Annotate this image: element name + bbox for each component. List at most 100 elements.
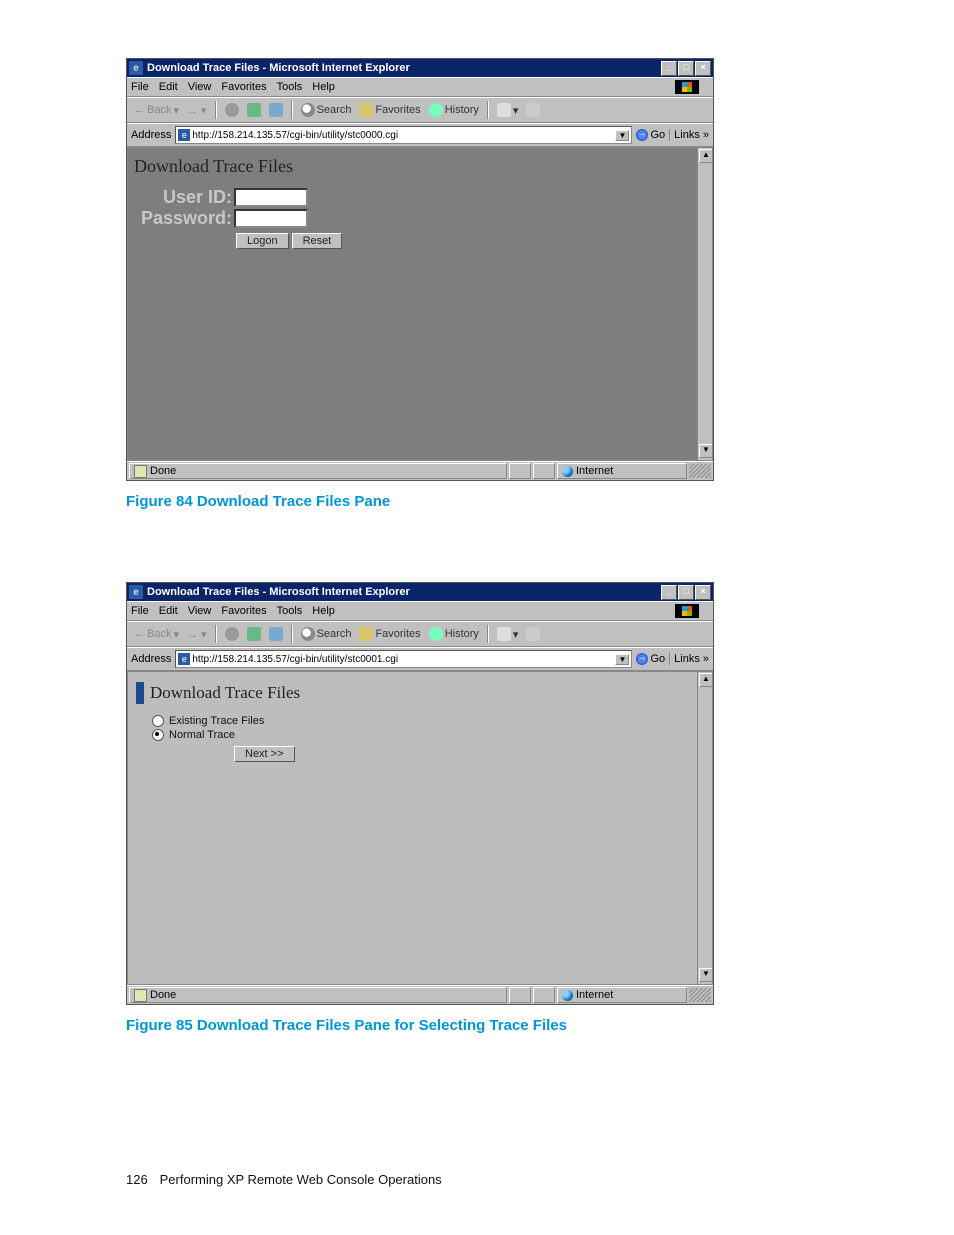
ie-window-fig84: e Download Trace Files - Microsoft Inter… xyxy=(126,58,714,481)
close-button[interactable]: × xyxy=(695,61,711,76)
radio-normal-label: Normal Trace xyxy=(169,729,235,741)
toolbar-separator xyxy=(487,101,489,119)
go-icon xyxy=(636,129,648,141)
password-label: Password: xyxy=(128,208,232,229)
ie-app-icon: e xyxy=(129,61,143,75)
user-id-input[interactable] xyxy=(234,188,308,207)
figure-84-caption: Figure 84 Download Trace Files Pane xyxy=(126,493,828,510)
url-text: http://158.214.135.57/cgi-bin/utility/st… xyxy=(192,130,398,141)
scroll-up-icon[interactable]: ▲ xyxy=(699,673,713,687)
forward-button[interactable]: → ▾ xyxy=(184,103,210,118)
status-text: Done xyxy=(150,465,176,477)
address-label: Address xyxy=(131,653,171,665)
home-button[interactable] xyxy=(266,626,286,642)
url-dropdown-icon[interactable]: ▼ xyxy=(615,654,629,665)
status-segment xyxy=(509,463,531,479)
reset-button[interactable]: Reset xyxy=(292,233,343,249)
refresh-button[interactable] xyxy=(244,626,264,642)
scroll-down-icon[interactable]: ▼ xyxy=(699,968,713,982)
page-footer: 126 Performing XP Remote Web Console Ope… xyxy=(126,1172,442,1187)
maximize-button[interactable]: □ xyxy=(678,585,694,600)
history-button[interactable]: History xyxy=(426,102,482,118)
print-button[interactable] xyxy=(523,102,543,118)
favorites-button[interactable]: Favorites xyxy=(356,102,423,118)
radio-existing-label: Existing Trace Files xyxy=(169,715,264,727)
menu-file[interactable]: File xyxy=(131,605,149,617)
links-button[interactable]: Links » xyxy=(669,653,709,665)
print-button[interactable] xyxy=(523,626,543,642)
address-label: Address xyxy=(131,129,171,141)
next-button[interactable]: Next >> xyxy=(234,746,295,762)
mail-button[interactable]: ▾ xyxy=(494,626,522,642)
back-button[interactable]: ← Back ▾ xyxy=(131,627,182,642)
menu-help[interactable]: Help xyxy=(312,605,335,617)
titlebar[interactable]: e Download Trace Files - Microsoft Inter… xyxy=(127,583,713,601)
forward-button[interactable]: → ▾ xyxy=(184,627,210,642)
ie-app-icon: e xyxy=(129,585,143,599)
page-heading: Download Trace Files xyxy=(150,683,300,703)
menu-file[interactable]: File xyxy=(131,81,149,93)
menu-edit[interactable]: Edit xyxy=(159,605,178,617)
refresh-button[interactable] xyxy=(244,102,264,118)
go-button[interactable]: Go xyxy=(636,653,665,665)
status-text: Done xyxy=(150,989,176,1001)
resize-grip-icon[interactable] xyxy=(689,464,711,478)
menu-tools[interactable]: Tools xyxy=(277,81,303,93)
minimize-button[interactable]: _ xyxy=(661,61,677,76)
password-input[interactable] xyxy=(234,209,308,228)
internet-zone-icon xyxy=(562,466,573,477)
menu-help[interactable]: Help xyxy=(312,81,335,93)
toolbar-separator xyxy=(487,625,489,643)
search-button[interactable]: Search xyxy=(298,102,355,118)
radio-normal-trace[interactable] xyxy=(152,729,164,741)
go-icon xyxy=(636,653,648,665)
radio-existing-trace[interactable] xyxy=(152,715,164,727)
ms-logo-icon xyxy=(675,80,699,94)
menu-favorites[interactable]: Favorites xyxy=(221,605,266,617)
url-text: http://158.214.135.57/cgi-bin/utility/st… xyxy=(192,654,398,665)
vertical-scrollbar[interactable]: ▲ ▼ xyxy=(697,148,712,460)
content-area-fig84: Download Trace Files User ID: Password: … xyxy=(127,147,713,461)
vertical-scrollbar[interactable]: ▲ ▼ xyxy=(697,672,712,984)
page-heading: Download Trace Files xyxy=(128,148,712,187)
url-input[interactable]: e http://158.214.135.57/cgi-bin/utility/… xyxy=(175,650,632,668)
go-button[interactable]: Go xyxy=(636,129,665,141)
statusbar: Done Internet xyxy=(127,985,713,1004)
search-button[interactable]: Search xyxy=(298,626,355,642)
status-segment xyxy=(533,987,555,1003)
maximize-button[interactable]: □ xyxy=(678,61,694,76)
home-button[interactable] xyxy=(266,102,286,118)
done-icon xyxy=(134,465,147,478)
window-title: Download Trace Files - Microsoft Interne… xyxy=(147,62,661,74)
url-input[interactable]: e http://158.214.135.57/cgi-bin/utility/… xyxy=(175,126,632,144)
logon-button[interactable]: Logon xyxy=(236,233,289,249)
scroll-up-icon[interactable]: ▲ xyxy=(699,149,713,163)
favorites-button[interactable]: Favorites xyxy=(356,626,423,642)
toolbar-separator xyxy=(215,101,217,119)
page-icon: e xyxy=(178,129,190,141)
close-button[interactable]: × xyxy=(695,585,711,600)
mail-button[interactable]: ▾ xyxy=(494,102,522,118)
section-title: Performing XP Remote Web Console Operati… xyxy=(160,1172,442,1187)
menu-favorites[interactable]: Favorites xyxy=(221,81,266,93)
titlebar[interactable]: e Download Trace Files - Microsoft Inter… xyxy=(127,59,713,77)
menu-view[interactable]: View xyxy=(188,605,212,617)
scroll-down-icon[interactable]: ▼ xyxy=(699,444,713,458)
zone-text: Internet xyxy=(576,989,613,1001)
minimize-button[interactable]: _ xyxy=(661,585,677,600)
stop-button[interactable] xyxy=(222,626,242,642)
resize-grip-icon[interactable] xyxy=(689,988,711,1002)
url-dropdown-icon[interactable]: ▼ xyxy=(615,130,629,141)
stop-button[interactable] xyxy=(222,102,242,118)
address-bar: Address e http://158.214.135.57/cgi-bin/… xyxy=(127,123,713,147)
menubar: File Edit View Favorites Tools Help xyxy=(127,77,713,97)
links-button[interactable]: Links » xyxy=(669,129,709,141)
menu-view[interactable]: View xyxy=(188,81,212,93)
toolbar-separator xyxy=(215,625,217,643)
back-button[interactable]: ← Back ▾ xyxy=(131,103,182,118)
menubar: File Edit View Favorites Tools Help xyxy=(127,601,713,621)
ms-logo-icon xyxy=(675,604,699,618)
history-button[interactable]: History xyxy=(426,626,482,642)
menu-edit[interactable]: Edit xyxy=(159,81,178,93)
menu-tools[interactable]: Tools xyxy=(277,605,303,617)
